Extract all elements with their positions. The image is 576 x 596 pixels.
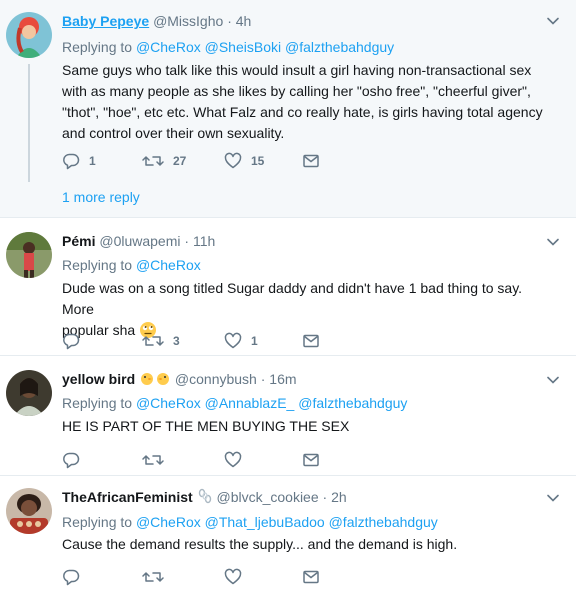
mention-link[interactable]: @falzthebahdguy (298, 395, 407, 411)
like-icon (224, 152, 242, 169)
like-button[interactable]: 1 (224, 331, 258, 351)
retweet-icon (142, 156, 164, 166)
retweet-icon (142, 572, 164, 582)
avatar[interactable] (6, 370, 52, 416)
like-button[interactable] (224, 450, 242, 470)
author-name[interactable]: yellow bird (62, 371, 135, 387)
retweet-count: 3 (173, 334, 180, 348)
reply-button[interactable] (62, 567, 80, 587)
like-icon (224, 568, 242, 585)
separator-dot: · (322, 489, 328, 505)
tweet-card[interactable]: yellow bird @connybush · 16m Replying to… (0, 356, 576, 476)
retweet-button[interactable] (142, 567, 164, 587)
author-handle[interactable]: @MissIgho (153, 13, 223, 29)
tweet-timestamp[interactable]: 11h (193, 233, 215, 249)
reply-button[interactable] (62, 331, 80, 351)
message-button[interactable] (302, 151, 320, 171)
mention-link[interactable]: @SheisBoki (205, 39, 281, 55)
mention-link[interactable]: @falzthebahdguy (285, 39, 394, 55)
mention-link[interactable]: @CheRox (136, 395, 201, 411)
mention-link[interactable]: @CheRox (136, 257, 201, 273)
avatar[interactable] (6, 488, 52, 534)
author-handle[interactable]: @connybush (175, 371, 257, 387)
chevron-down-icon[interactable] (546, 491, 560, 505)
retweet-button[interactable] (142, 450, 164, 470)
reply-count: 1 (89, 154, 96, 168)
message-icon (303, 154, 319, 168)
chain-emoji-icon (198, 488, 211, 504)
tweet-header: Pémi @0luwapemi · 11h (62, 232, 215, 250)
reply-icon (63, 333, 80, 350)
like-button[interactable]: 15 (224, 151, 264, 171)
tweet-card[interactable]: Baby Pepeye @MissIgho · 4h Replying to @… (0, 0, 576, 218)
message-button[interactable] (302, 450, 320, 470)
tweet-timestamp[interactable]: 16m (269, 371, 296, 387)
tweet-timestamp[interactable]: 2h (331, 489, 347, 505)
reply-icon (63, 452, 80, 469)
author-name[interactable]: Pémi (62, 233, 95, 249)
like-button[interactable] (224, 567, 242, 587)
tweet-text: Same guys who talk like this would insul… (62, 62, 543, 141)
like-icon (224, 451, 242, 468)
author-name[interactable]: TheAfricanFeminist (62, 489, 193, 505)
retweet-icon (142, 336, 164, 346)
reply-icon (63, 569, 80, 586)
separator-dot: · (260, 371, 266, 387)
replying-to: Replying to @CheRox @That_ljebuBadoo @fa… (62, 513, 438, 531)
tweet-text-line: Dude was on a song titled Sugar daddy an… (62, 280, 523, 317)
reply-button[interactable] (62, 450, 80, 470)
like-count: 15 (251, 154, 265, 168)
reply-button[interactable]: 1 (62, 151, 96, 171)
replying-label: Replying to (62, 257, 133, 273)
mention-link[interactable]: @That_ljebuBadoo (205, 514, 325, 530)
tweet-card[interactable]: Pémi @0luwapemi · 11h Replying to @CheRo… (0, 218, 576, 356)
chevron-down-icon[interactable] (546, 14, 560, 28)
mention-link[interactable]: @CheRox (136, 39, 201, 55)
message-icon (303, 570, 319, 584)
chick-emoji-icon (157, 373, 170, 385)
author-handle[interactable]: @0luwapemi (99, 233, 180, 249)
author-name[interactable]: Baby Pepeye (62, 13, 149, 29)
mention-link[interactable]: @falzthebahdguy (329, 514, 438, 530)
separator-dot: · (227, 13, 232, 29)
tweet-header: yellow bird @connybush · 16m (62, 370, 297, 388)
tweet-text: HE IS PART OF THE MEN BUYING THE SEX (62, 418, 350, 434)
message-button[interactable] (302, 331, 320, 351)
thread-line (28, 64, 30, 182)
retweet-button[interactable]: 27 (142, 151, 186, 171)
replying-to: Replying to @CheRox @AnnablazE_ @falzthe… (62, 394, 407, 412)
chevron-down-icon[interactable] (546, 235, 560, 249)
retweet-button[interactable]: 3 (142, 331, 180, 351)
tweet-timestamp[interactable]: 4h (236, 13, 252, 29)
tweet-header: TheAfricanFeminist @blvck_cookiee · 2h (62, 488, 347, 506)
chevron-down-icon[interactable] (546, 373, 560, 387)
retweet-icon (142, 455, 164, 465)
like-icon (224, 332, 242, 349)
replying-to: Replying to @CheRox (62, 256, 201, 274)
more-replies-link[interactable]: 1 more reply (62, 188, 140, 206)
avatar[interactable] (6, 12, 52, 58)
mention-link[interactable]: @CheRox (136, 514, 201, 530)
replying-to: Replying to @CheRox @SheisBoki @falztheb… (62, 38, 394, 56)
message-button[interactable] (302, 567, 320, 587)
separator-dot: · (184, 233, 190, 249)
chick-emoji-icon (141, 373, 154, 385)
tweet-text: Cause the demand results the supply... a… (62, 536, 458, 552)
tweet-header: Baby Pepeye @MissIgho · 4h (62, 12, 251, 30)
replying-label: Replying to (62, 39, 133, 55)
replying-label: Replying to (62, 395, 133, 411)
avatar[interactable] (6, 232, 52, 278)
message-icon (303, 334, 319, 348)
message-icon (303, 453, 319, 467)
replying-label: Replying to (62, 514, 133, 530)
author-handle[interactable]: @blvck_cookiee (216, 489, 318, 505)
tweet-card[interactable]: TheAfricanFeminist @blvck_cookiee · 2h R… (0, 476, 576, 596)
retweet-count: 27 (173, 154, 187, 168)
reply-icon (63, 153, 80, 170)
like-count: 1 (251, 334, 258, 348)
mention-link[interactable]: @AnnablazE_ (205, 395, 295, 411)
